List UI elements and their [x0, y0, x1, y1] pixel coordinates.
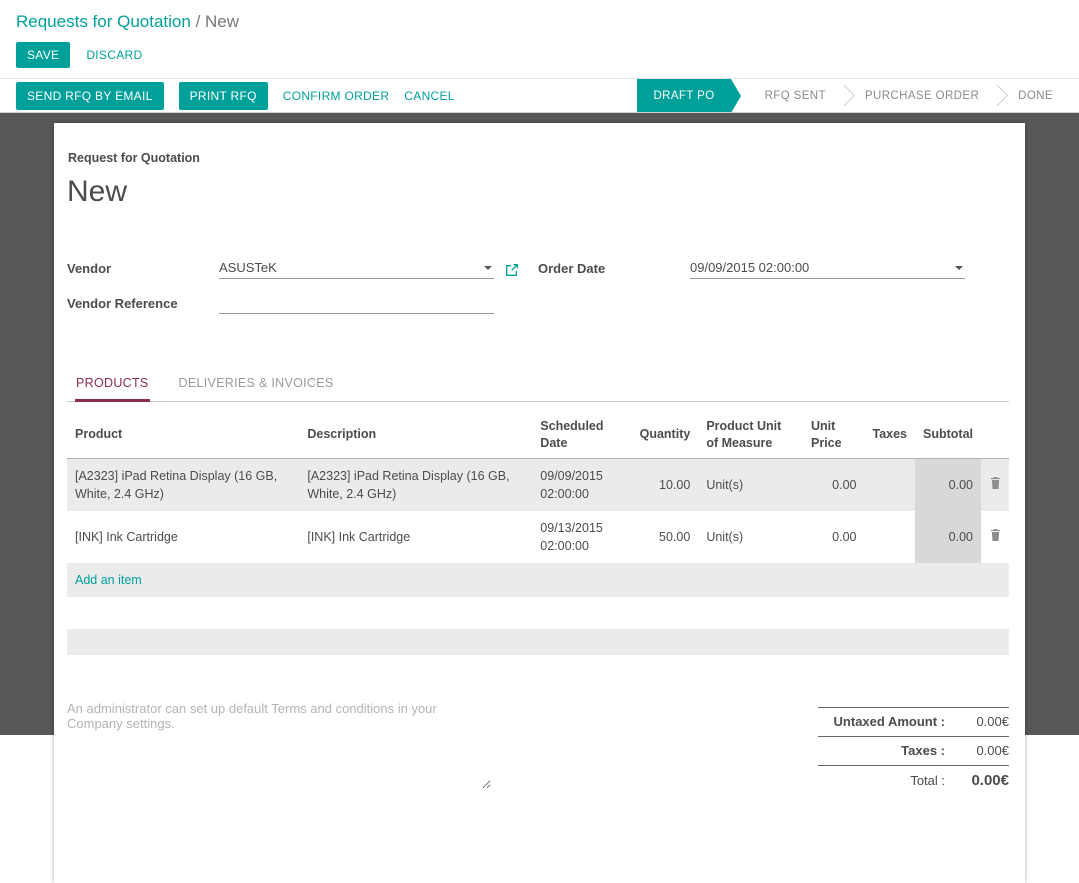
vendor-label: Vendor: [67, 261, 219, 279]
order-date-value: 09/09/2015 02:00:00: [690, 260, 809, 275]
cell-uom[interactable]: Unit(s): [698, 511, 803, 563]
cell-description[interactable]: [A2323] iPad Retina Display (16 GB, Whit…: [299, 458, 532, 511]
print-rfq-button[interactable]: PRINT RFQ: [179, 82, 268, 110]
record-actions: SAVE DISCARD: [0, 38, 1079, 78]
statusbar-step-purchase-order[interactable]: PURCHASE ORDER: [845, 79, 999, 112]
cell-product[interactable]: [A2323] iPad Retina Display (16 GB, Whit…: [67, 458, 299, 511]
cancel-button[interactable]: CANCEL: [404, 89, 454, 103]
cell-subtotal: 0.00: [915, 458, 981, 511]
col-header-product[interactable]: Product: [67, 412, 299, 458]
vendor-reference-field[interactable]: [219, 310, 494, 314]
cell-quantity[interactable]: 10.00: [632, 458, 699, 511]
cell-unit-price[interactable]: 0.00: [803, 511, 864, 563]
tab-products[interactable]: PRODUCTS: [75, 367, 150, 402]
table-row[interactable]: [A2323] iPad Retina Display (16 GB, Whit…: [67, 458, 1009, 511]
col-header-description[interactable]: Description: [299, 412, 532, 458]
cell-product[interactable]: [INK] Ink Cartridge: [67, 511, 299, 563]
cell-uom[interactable]: Unit(s): [698, 458, 803, 511]
cell-scheduled-date[interactable]: 09/13/2015 02:00:00: [532, 511, 631, 563]
cell-quantity[interactable]: 50.00: [632, 511, 699, 563]
chevron-down-icon[interactable]: [484, 266, 492, 270]
vendor-field[interactable]: ASUSTeK: [219, 260, 494, 279]
taxes-row: Taxes : 0.00€: [818, 736, 1009, 765]
save-button[interactable]: SAVE: [16, 42, 70, 68]
cell-unit-price[interactable]: 0.00: [803, 458, 864, 511]
action-toolbar: SEND RFQ BY EMAIL PRINT RFQ CONFIRM ORDE…: [0, 78, 1079, 113]
cell-subtotal: 0.00: [915, 511, 981, 563]
col-header-actions: [981, 412, 1009, 458]
taxes-label: Taxes :: [818, 743, 945, 758]
form-sheet: Request for Quotation New Vendor ASUSTeK: [54, 123, 1025, 883]
breadcrumb-parent[interactable]: Requests for Quotation: [16, 12, 191, 31]
statusbar-step-draft-po[interactable]: DRAFT PO: [637, 79, 730, 112]
page-title: New: [67, 175, 1009, 209]
footer-section: Untaxed Amount : 0.00€ Taxes : 0.00€ Tot…: [67, 701, 1009, 796]
table-row[interactable]: [INK] Ink Cartridge [INK] Ink Cartridge …: [67, 511, 1009, 563]
terms-and-conditions-input[interactable]: [67, 701, 491, 789]
breadcrumb: Requests for Quotation / New: [0, 0, 1079, 38]
vendor-reference-label: Vendor Reference: [67, 296, 219, 314]
untaxed-amount-label: Untaxed Amount :: [818, 714, 945, 729]
untaxed-amount-value: 0.00€: [945, 714, 1009, 729]
add-an-item-link[interactable]: Add an item: [75, 573, 142, 587]
taxes-value: 0.00€: [945, 743, 1009, 758]
tab-deliveries-invoices[interactable]: DELIVERIES & INVOICES: [178, 367, 335, 401]
table-header-row: Product Description Scheduled Date Quant…: [67, 412, 1009, 458]
breadcrumb-current: New: [205, 12, 239, 31]
col-header-subtotal[interactable]: Subtotal: [915, 412, 981, 458]
empty-section-strip: [67, 629, 1009, 655]
delete-row-button[interactable]: [981, 458, 1009, 511]
col-header-taxes[interactable]: Taxes: [864, 412, 915, 458]
order-date-field[interactable]: 09/09/2015 02:00:00: [690, 260, 965, 279]
cell-description[interactable]: [INK] Ink Cartridge: [299, 511, 532, 563]
trash-icon: [990, 477, 1001, 489]
total-label: Total :: [818, 773, 945, 788]
cell-taxes[interactable]: [864, 458, 915, 511]
col-header-quantity[interactable]: Quantity: [632, 412, 699, 458]
field-group: Vendor ASUSTeK Vendor Reference: [67, 257, 1009, 327]
chevron-down-icon[interactable]: [955, 266, 963, 270]
total-row: Total : 0.00€: [818, 765, 1009, 796]
breadcrumb-separator: /: [196, 12, 201, 31]
statusbar-step-done[interactable]: DONE: [998, 79, 1073, 112]
cell-scheduled-date[interactable]: 09/09/2015 02:00:00: [532, 458, 631, 511]
delete-row-button[interactable]: [981, 511, 1009, 563]
totals-panel: Untaxed Amount : 0.00€ Taxes : 0.00€ Tot…: [818, 707, 1009, 796]
workflow-buttons: SEND RFQ BY EMAIL PRINT RFQ CONFIRM ORDE…: [16, 79, 455, 112]
vendor-value: ASUSTeK: [219, 260, 277, 275]
sheet-subtitle: Request for Quotation: [67, 151, 1009, 165]
statusbar: DRAFT PO RFQ SENT PURCHASE ORDER DONE: [637, 79, 1079, 112]
confirm-order-button[interactable]: CONFIRM ORDER: [283, 89, 390, 103]
external-link-icon[interactable]: [505, 263, 519, 279]
discard-button[interactable]: DISCARD: [86, 48, 142, 62]
trash-icon: [990, 529, 1001, 541]
col-header-unit-price[interactable]: Unit Price: [803, 412, 864, 458]
statusbar-step-rfq-sent[interactable]: RFQ SENT: [745, 79, 846, 112]
cell-taxes[interactable]: [864, 511, 915, 563]
form-canvas: Request for Quotation New Vendor ASUSTeK: [0, 113, 1079, 735]
order-lines-table: Product Description Scheduled Date Quant…: [67, 412, 1009, 597]
total-value: 0.00€: [945, 772, 1009, 789]
notebook-tabs: PRODUCTS DELIVERIES & INVOICES: [67, 367, 1009, 402]
header: Requests for Quotation / New SAVE DISCAR…: [0, 0, 1079, 78]
send-rfq-by-email-button[interactable]: SEND RFQ BY EMAIL: [16, 82, 164, 110]
add-item-row: Add an item: [67, 563, 1009, 597]
order-date-label: Order Date: [538, 261, 690, 279]
col-header-uom[interactable]: Product Unit of Measure: [698, 412, 803, 458]
col-header-scheduled-date[interactable]: Scheduled Date: [532, 412, 631, 458]
untaxed-amount-row: Untaxed Amount : 0.00€: [818, 707, 1009, 736]
